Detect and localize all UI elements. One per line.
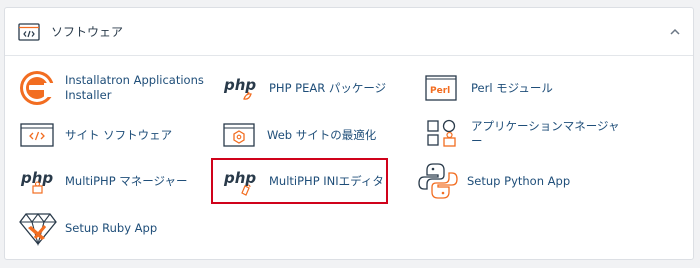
panel-header[interactable]: ソフトウェア xyxy=(5,8,693,56)
section-title: ソフトウェア xyxy=(51,25,124,39)
svg-text:php: php xyxy=(223,169,256,187)
item-label: Setup Python App xyxy=(467,173,571,188)
php-pear-link[interactable]: php PHP PEAR パッケージ xyxy=(222,68,386,108)
multiphp-manager-link[interactable]: php MultiPHP マネージャー xyxy=(18,161,187,201)
item-label: サイト ソフトウェア xyxy=(65,127,173,142)
application-manager-link[interactable]: アプリケーションマネージャ ー xyxy=(424,114,619,154)
item-label: Setup Ruby App xyxy=(65,220,158,235)
website-optimization-link[interactable]: Web サイトの最適化 xyxy=(220,115,376,155)
item-label: PHP PEAR パッケージ xyxy=(269,80,387,95)
ruby-icon xyxy=(18,208,58,248)
code-window-icon xyxy=(18,23,40,41)
site-software-icon xyxy=(18,115,58,155)
svg-text:Perl: Perl xyxy=(430,86,450,96)
perl-module-link[interactable]: Perl Perl モジュール xyxy=(424,68,553,108)
perl-module-icon: Perl xyxy=(424,68,464,108)
multiphp-ini-editor-icon: php xyxy=(222,161,262,201)
item-label: アプリケーションマネージャ ー xyxy=(471,119,620,148)
installatron-link[interactable]: Installatron Applications Installer xyxy=(18,68,204,108)
python-icon xyxy=(418,161,458,201)
php-pear-icon: php xyxy=(222,68,262,108)
multiphp-manager-icon: php xyxy=(18,161,58,201)
item-label: MultiPHP マネージャー xyxy=(65,173,188,188)
item-label: Perl モジュール xyxy=(471,80,553,95)
svg-text:php: php xyxy=(223,76,256,94)
item-label: MultiPHP INIエディタ xyxy=(269,173,384,188)
chevron-up-icon[interactable] xyxy=(667,24,683,40)
multiphp-ini-editor-link[interactable]: php MultiPHP INIエディタ xyxy=(222,161,384,201)
setup-python-app-link[interactable]: Setup Python App xyxy=(418,161,570,201)
site-software-link[interactable]: サイト ソフトウェア xyxy=(18,115,172,155)
website-optimization-icon xyxy=(220,115,260,155)
installatron-icon xyxy=(18,68,58,108)
svg-text:php: php xyxy=(20,169,53,187)
application-manager-icon xyxy=(424,114,464,154)
item-label: Web サイトの最適化 xyxy=(267,127,377,142)
setup-ruby-app-link[interactable]: Setup Ruby App xyxy=(18,208,157,248)
item-label: Installatron Applications Installer xyxy=(65,73,204,102)
